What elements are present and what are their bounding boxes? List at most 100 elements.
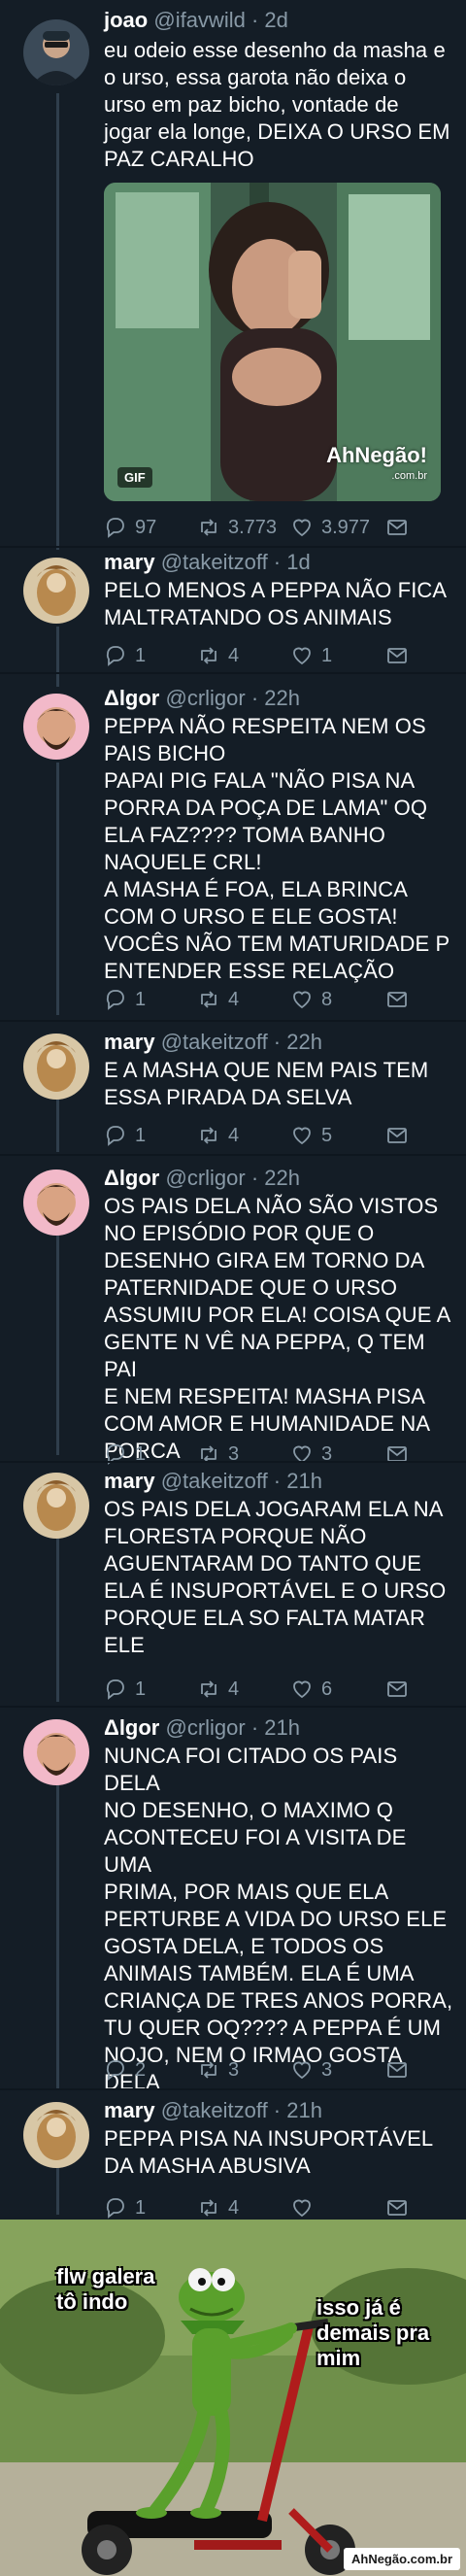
avatar[interactable] xyxy=(23,19,89,85)
reply-button[interactable]: 1 xyxy=(104,2195,146,2220)
author-name[interactable]: Δlgor xyxy=(104,1166,159,1190)
direct-message-button[interactable] xyxy=(385,1123,409,1148)
direct-message-button[interactable] xyxy=(385,1441,409,1467)
divider xyxy=(0,1020,466,1022)
tweet-header: joao @ifavwild · 2d xyxy=(104,8,288,33)
direct-message-button[interactable] xyxy=(385,987,409,1012)
tweet[interactable]: Δlgor @crligor · 22h PEPPA NÃO RESPEITA … xyxy=(0,686,466,1016)
tweet-text: NUNCA FOI CITADO OS PAIS DELA NO DESENHO… xyxy=(104,1744,453,2094)
reply-button[interactable]: 97 xyxy=(104,515,156,540)
avatar[interactable] xyxy=(23,1719,89,1785)
reply-button[interactable]: 2 xyxy=(104,2057,146,2083)
direct-message-button[interactable] xyxy=(385,515,409,540)
author-name[interactable]: mary xyxy=(104,2098,155,2122)
author-name[interactable]: joao xyxy=(104,8,148,32)
reply-count: 2 xyxy=(135,2058,147,2081)
like-button[interactable]: 8 xyxy=(290,987,332,1012)
author-handle[interactable]: @crligor · 21h xyxy=(166,1715,301,1740)
retweet-button[interactable]: 4 xyxy=(197,643,239,668)
author-handle[interactable]: @crligor · 22h xyxy=(166,1166,301,1190)
tweet[interactable]: mary @takeitzoff · 22h E A MASHA QUE NEM… xyxy=(0,1030,466,1150)
tweet-text: OS PAIS DELA NÃO SÃO VISTOS NO EPISÓDIO … xyxy=(104,1194,451,1463)
retweet-count: 4 xyxy=(228,644,240,666)
retweet-button[interactable]: 3 xyxy=(197,1441,239,1467)
reply-count: 1 xyxy=(135,1678,147,1700)
watermark-sub: .com.br xyxy=(391,470,427,482)
retweet-button[interactable]: 4 xyxy=(197,1123,239,1148)
tweet[interactable]: mary @takeitzoff · 21h PEPPA PISA NA INS… xyxy=(0,2098,466,2219)
tweet-text: PEPPA NÃO RESPEITA NEM OS PAIS BICHO PAP… xyxy=(104,714,450,983)
retweet-icon xyxy=(201,1680,216,1698)
author-handle[interactable]: @takeitzoff · 22h xyxy=(161,1030,322,1054)
retweet-icon xyxy=(201,2199,216,2217)
tweet[interactable]: mary @takeitzoff · 1d PELO MENOS A PEPPA… xyxy=(0,550,466,670)
divider xyxy=(0,546,466,548)
reply-button[interactable]: 1 xyxy=(104,1441,146,1467)
avatar[interactable] xyxy=(23,1034,89,1100)
avatar[interactable] xyxy=(23,2102,89,2168)
like-button[interactable]: 6 xyxy=(290,1677,332,1702)
tweet-text: E A MASHA QUE NEM PAIS TEM ESSA PIRADA D… xyxy=(104,1058,429,1109)
tweet-text: PELO MENOS A PEPPA NÃO FICA MALTRATANDO … xyxy=(104,578,448,629)
direct-message-button[interactable] xyxy=(385,2057,409,2083)
direct-message-icon xyxy=(387,2200,407,2216)
like-count: 8 xyxy=(321,988,333,1010)
author-handle[interactable]: @takeitzoff · 21h xyxy=(161,1469,322,1493)
like-count: 3.977 xyxy=(321,516,371,538)
watermark: AhNegão! xyxy=(326,443,427,467)
retweet-button[interactable]: 4 xyxy=(197,2195,239,2220)
reply-button[interactable]: 1 xyxy=(104,1123,146,1148)
avatar[interactable] xyxy=(23,1169,89,1236)
like-button[interactable] xyxy=(290,2195,321,2220)
reply-count: 1 xyxy=(135,2196,147,2219)
author-handle[interactable]: @takeitzoff · 21h xyxy=(161,2098,322,2122)
tweet-actions: 1 4 xyxy=(104,2195,415,2220)
retweet-button[interactable]: 3 xyxy=(197,2057,239,2083)
author-name[interactable]: mary xyxy=(104,1469,155,1493)
tweet[interactable]: mary @takeitzoff · 21h OS PAIS DELA JOGA… xyxy=(0,1469,466,1702)
like-icon xyxy=(293,1127,311,1145)
tweet[interactable]: Δlgor @crligor · 22h OS PAIS DELA NÃO SÃ… xyxy=(0,1166,466,1465)
gif-media[interactable]: GIF AhNegão! .com.br xyxy=(104,183,441,501)
author-handle[interactable]: @takeitzoff · 1d xyxy=(161,550,311,574)
retweet-button[interactable]: 4 xyxy=(197,987,239,1012)
author-name[interactable]: mary xyxy=(104,1030,155,1054)
direct-message-button[interactable] xyxy=(385,1677,409,1702)
retweet-button[interactable]: 3.773 xyxy=(197,515,277,540)
retweet-count: 3 xyxy=(228,2058,240,2081)
author-name[interactable]: Δlgor xyxy=(104,1715,159,1740)
like-button[interactable]: 1 xyxy=(290,643,332,668)
direct-message-button[interactable] xyxy=(385,2195,409,2220)
like-button[interactable]: 3 xyxy=(290,1441,332,1467)
like-icon xyxy=(293,991,311,1009)
avatar[interactable] xyxy=(23,1473,89,1539)
reply-icon xyxy=(106,518,124,538)
tweet[interactable]: joao @ifavwild · 2d eu odeio esse desenh… xyxy=(0,0,466,552)
avatar[interactable] xyxy=(23,558,89,624)
author-handle[interactable]: @ifavwild · 2d xyxy=(153,8,288,32)
like-button[interactable]: 3 xyxy=(290,2057,332,2083)
tweet-actions: 1 4 5 xyxy=(104,1123,415,1148)
like-icon xyxy=(293,1680,311,1699)
retweet-count: 3.773 xyxy=(228,516,278,538)
tweet[interactable]: Δlgor @crligor · 21h NUNCA FOI CITADO OS… xyxy=(0,1715,466,2094)
reply-icon xyxy=(106,646,124,666)
reply-count: 1 xyxy=(135,988,147,1010)
author-name[interactable]: mary xyxy=(104,550,155,574)
like-count: 5 xyxy=(321,1124,333,1146)
tweet-actions: 1 4 6 xyxy=(104,1677,415,1702)
avatar[interactable] xyxy=(23,694,89,760)
like-button[interactable]: 5 xyxy=(290,1123,332,1148)
author-handle[interactable]: @crligor · 22h xyxy=(166,686,301,710)
retweet-icon xyxy=(201,991,216,1008)
divider xyxy=(0,672,466,674)
direct-message-button[interactable] xyxy=(385,643,409,668)
reply-icon xyxy=(106,2060,124,2081)
like-button[interactable]: 3.977 xyxy=(290,515,370,540)
reply-button[interactable]: 1 xyxy=(104,643,146,668)
reply-count: 97 xyxy=(135,516,157,538)
retweet-button[interactable]: 4 xyxy=(197,1677,239,1702)
author-name[interactable]: Δlgor xyxy=(104,686,159,710)
reply-button[interactable]: 1 xyxy=(104,1677,146,1702)
reply-button[interactable]: 1 xyxy=(104,987,146,1012)
